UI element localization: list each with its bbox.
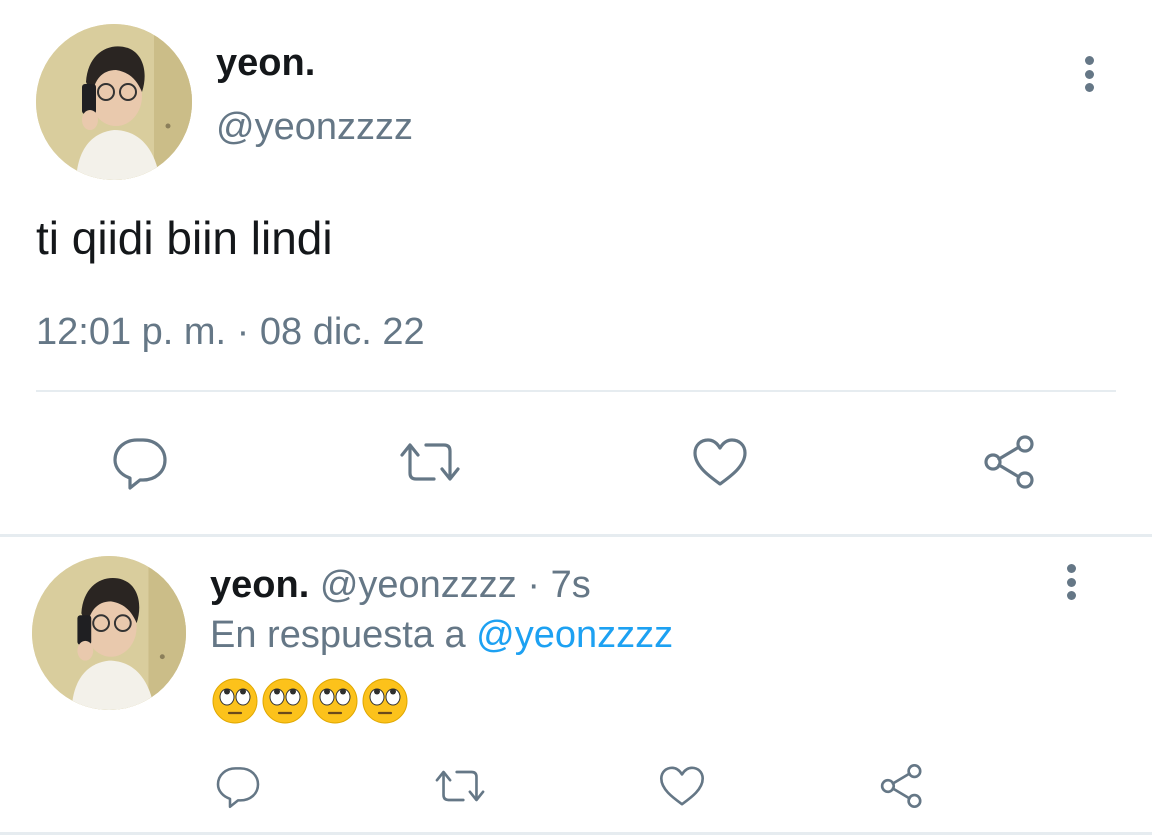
face-with-rolling-eyes-emoji	[212, 678, 258, 724]
share-icon	[880, 763, 922, 809]
face-with-rolling-eyes-emoji	[312, 678, 358, 724]
handle[interactable]: @yeonzzzz	[216, 104, 413, 150]
reply-header: yeon. @yeonzzzz · 7s	[210, 562, 591, 608]
reply-to-mention[interactable]: @yeonzzzz	[476, 614, 673, 656]
divider	[0, 534, 1152, 537]
retweet-icon	[400, 443, 460, 481]
like-button[interactable]	[650, 758, 714, 814]
display-name[interactable]: yeon.	[210, 564, 309, 606]
divider	[0, 832, 1152, 835]
share-button[interactable]	[970, 430, 1050, 494]
display-name[interactable]: yeon.	[216, 40, 315, 86]
retweet-button[interactable]	[390, 430, 470, 494]
tweet-text: ti qiidi biin lindi	[36, 212, 333, 264]
tweet-age: · 7s	[527, 564, 591, 606]
like-icon	[693, 438, 747, 486]
more-vertical-icon[interactable]	[1084, 56, 1094, 92]
reply-icon	[216, 767, 260, 809]
tweet-timestamp[interactable]: 12:01 p. m. · 08 dic. 22	[36, 309, 425, 355]
like-button[interactable]	[680, 430, 760, 494]
face-with-rolling-eyes-emoji	[362, 678, 408, 724]
retweet-button[interactable]	[428, 758, 492, 814]
reply-prefix: En respuesta a	[210, 614, 466, 656]
reply-button[interactable]	[100, 430, 180, 494]
face-with-rolling-eyes-emoji	[262, 678, 308, 724]
share-button[interactable]	[870, 758, 934, 814]
reply-icon	[113, 438, 167, 490]
avatar[interactable]	[36, 24, 192, 180]
handle[interactable]: @yeonzzzz	[320, 564, 517, 606]
more-vertical-icon[interactable]	[1066, 564, 1076, 600]
replying-to: En respuesta a @yeonzzzz	[210, 612, 673, 658]
like-icon	[659, 766, 705, 806]
tweet-text: 🙄🙄🙄🙄	[212, 678, 408, 724]
share-icon	[984, 435, 1034, 489]
divider	[36, 390, 1116, 392]
avatar[interactable]	[32, 556, 186, 710]
reply-button[interactable]	[206, 758, 270, 814]
retweet-icon	[435, 770, 485, 802]
